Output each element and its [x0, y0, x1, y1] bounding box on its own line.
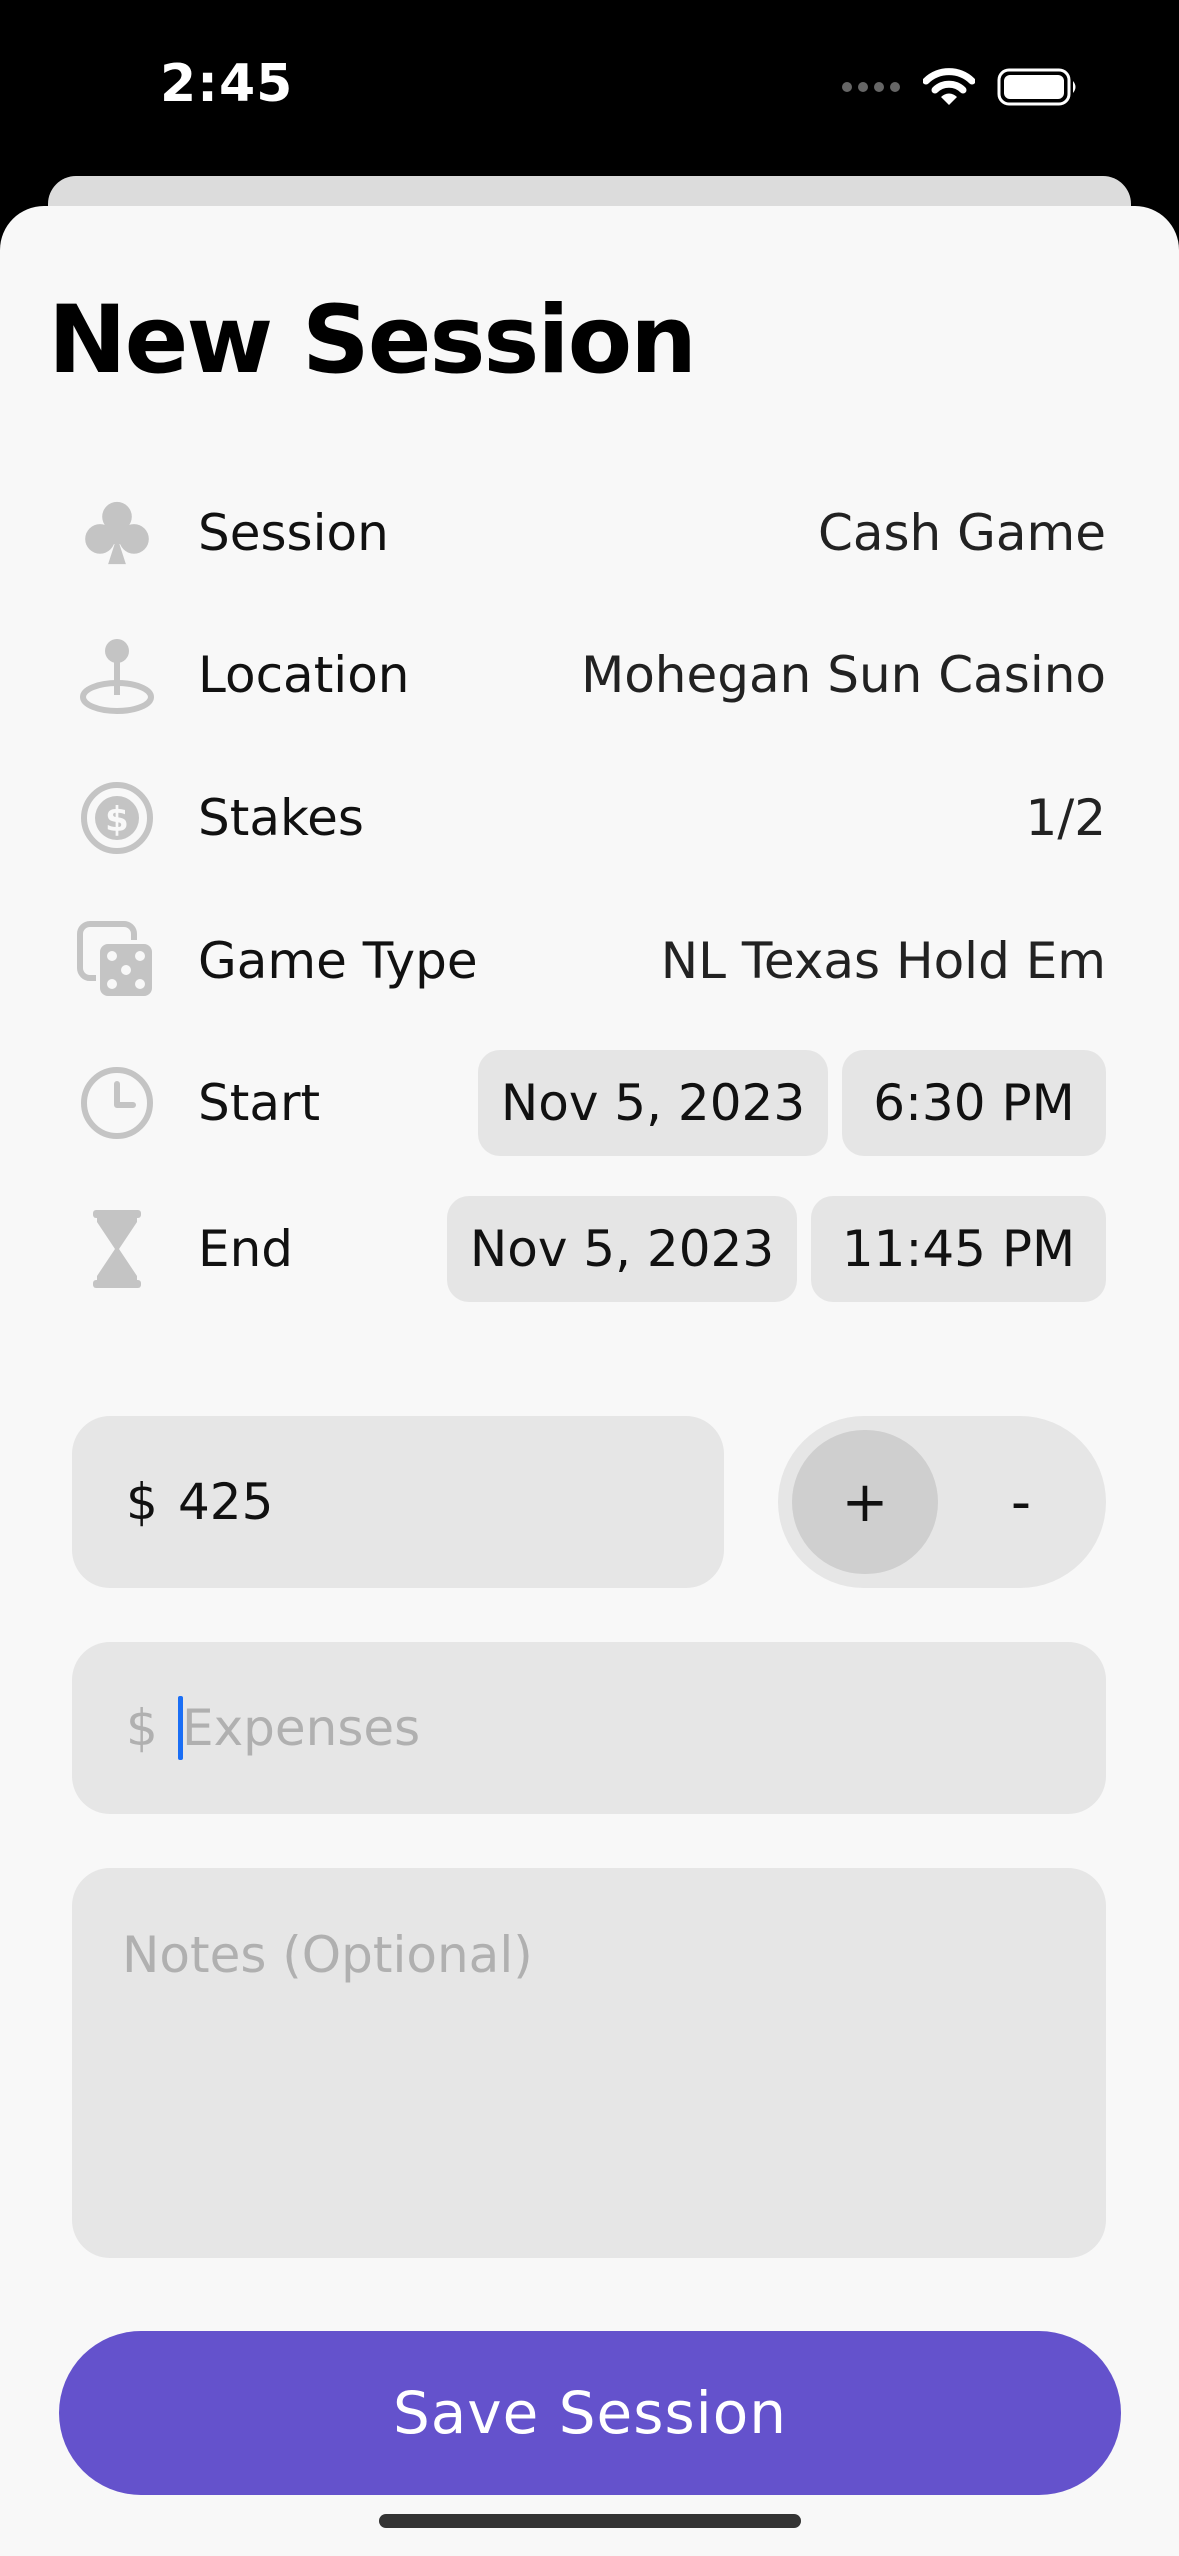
game-type-label: Game Type — [198, 932, 478, 990]
start-label: Start — [198, 1074, 321, 1132]
notes-field[interactable]: Notes (Optional) — [72, 1868, 1106, 2258]
stakes-label: Stakes — [198, 789, 364, 847]
minus-button[interactable]: - — [948, 1430, 1094, 1574]
save-session-button[interactable]: Save Session — [59, 2331, 1121, 2495]
end-date-picker[interactable]: Nov 5, 2023 — [447, 1196, 797, 1302]
status-time: 2:45 — [160, 54, 294, 114]
battery-icon — [997, 68, 1076, 106]
amount-currency-symbol: $ — [126, 1473, 158, 1531]
dollar-circle-icon: $ — [72, 773, 162, 863]
notes-placeholder: Notes (Optional) — [122, 1926, 533, 1984]
home-indicator[interactable] — [379, 2514, 801, 2528]
stakes-value[interactable]: 1/2 — [1026, 789, 1106, 847]
expenses-input-placeholder[interactable]: Expenses — [182, 1699, 420, 1757]
end-time-picker[interactable]: 11:45 PM — [811, 1196, 1106, 1302]
page-title: New Session — [48, 286, 697, 395]
start-row: Start Nov 5, 2023 6:30 PM — [72, 1048, 1106, 1158]
status-bar: 2:45 — [0, 0, 1179, 170]
end-row: End Nov 5, 2023 11:45 PM — [72, 1194, 1106, 1304]
hourglass-icon — [72, 1204, 162, 1294]
cellular-signal-icon — [842, 82, 900, 92]
session-row[interactable]: Session Cash Game — [72, 478, 1106, 588]
clock-icon — [72, 1058, 162, 1148]
start-date-picker[interactable]: Nov 5, 2023 — [478, 1050, 828, 1156]
location-label: Location — [198, 646, 410, 704]
expenses-currency-symbol: $ — [126, 1699, 158, 1757]
session-label: Session — [198, 504, 389, 562]
game-type-row[interactable]: Game Type NL Texas Hold Em — [72, 906, 1106, 1016]
location-row[interactable]: Location Mohegan Sun Casino — [72, 620, 1106, 730]
plus-button[interactable]: + — [792, 1430, 938, 1574]
map-pin-icon — [72, 630, 162, 720]
expenses-field[interactable]: $ Expenses — [72, 1642, 1106, 1814]
win-loss-toggle[interactable]: + - — [778, 1416, 1106, 1588]
svg-text:$: $ — [105, 800, 129, 840]
end-label: End — [198, 1220, 294, 1278]
amount-input[interactable]: 425 — [178, 1473, 273, 1531]
session-value[interactable]: Cash Game — [818, 504, 1106, 562]
stakes-row[interactable]: $ Stakes 1/2 — [72, 763, 1106, 873]
status-icons — [841, 62, 1079, 112]
location-value[interactable]: Mohegan Sun Casino — [581, 646, 1106, 704]
dice-icon — [72, 916, 162, 1006]
game-type-value[interactable]: NL Texas Hold Em — [661, 932, 1106, 990]
amount-field[interactable]: $ 425 — [72, 1416, 724, 1588]
start-time-picker[interactable]: 6:30 PM — [842, 1050, 1106, 1156]
wifi-icon — [923, 68, 975, 105]
club-icon — [72, 488, 162, 578]
new-session-sheet: New Session Session Cash Game Location M… — [0, 206, 1179, 2556]
